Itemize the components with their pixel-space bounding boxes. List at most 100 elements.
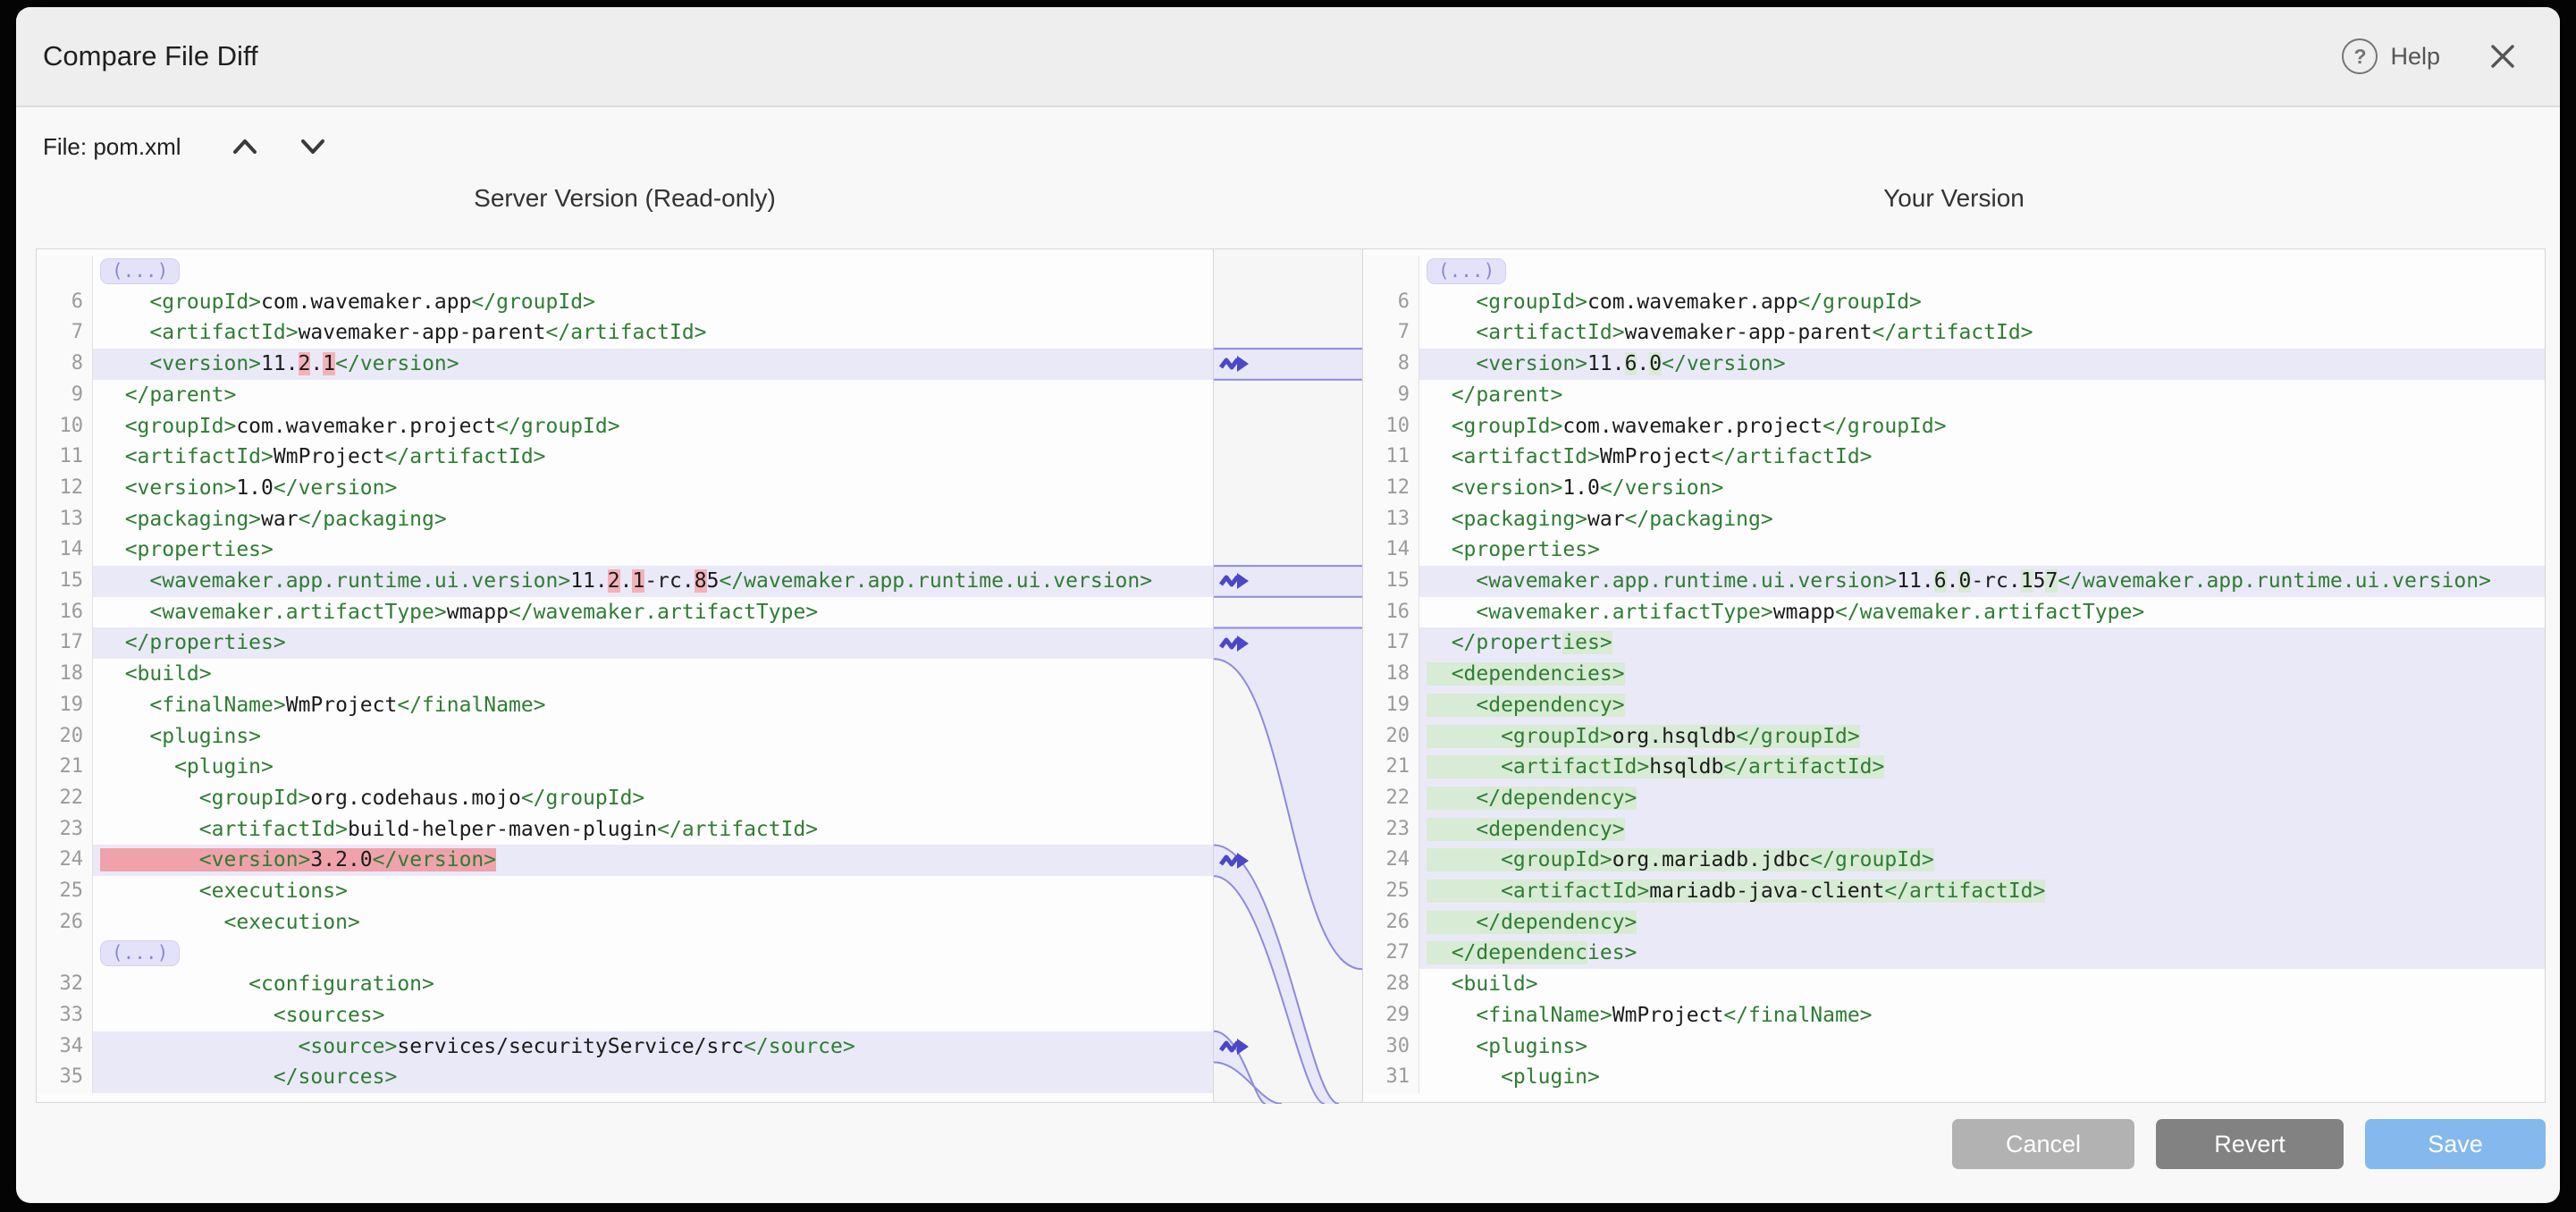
code-text: (...) xyxy=(1419,256,2545,287)
code-text: <properties> xyxy=(93,534,1213,566)
code-line: 14 <properties> xyxy=(37,534,1213,566)
line-number: 24 xyxy=(1363,845,1419,876)
line-number: 13 xyxy=(37,504,93,535)
line-number: 19 xyxy=(37,690,93,721)
line-number: 9 xyxy=(1363,380,1419,411)
cancel-button[interactable]: Cancel xyxy=(1952,1119,2134,1169)
code-text: </sources> xyxy=(93,1062,1213,1093)
line-number: 19 xyxy=(1363,690,1419,721)
change-marker-icon[interactable] xyxy=(1219,633,1250,654)
header-actions: ? Help xyxy=(2342,38,2521,74)
code-line: 22 <groupId>org.codehaus.mojo</groupId> xyxy=(37,783,1213,814)
code-text: <packaging>war</packaging> xyxy=(93,504,1213,535)
code-line: 34 <source>services/securityService/src<… xyxy=(37,1031,1213,1063)
line-number: 7 xyxy=(37,317,93,349)
line-number: 30 xyxy=(1363,1031,1419,1063)
connector-line-17 xyxy=(1214,628,1362,970)
close-button[interactable] xyxy=(2485,38,2521,74)
code-text: <wavemaker.app.runtime.ui.version>11.2.1… xyxy=(93,566,1213,597)
line-number: 12 xyxy=(37,473,93,504)
code-line: 10 <groupId>com.wavemaker.project</group… xyxy=(1363,411,2545,442)
code-text: <executions> xyxy=(93,876,1213,907)
code-line: 28 <build> xyxy=(1363,969,2545,1000)
chevron-down-icon xyxy=(299,136,326,157)
dialog-footer: Cancel Revert Save xyxy=(1952,1119,2546,1169)
code-line: 9 </parent> xyxy=(37,380,1213,411)
code-text: <plugin> xyxy=(1419,1062,2545,1093)
code-line: 31 <plugin> xyxy=(1363,1062,2545,1093)
prev-diff-button[interactable] xyxy=(230,133,260,160)
collapsed-region-pill[interactable]: (...) xyxy=(100,940,180,966)
code-line: 15 <wavemaker.app.runtime.ui.version>11.… xyxy=(37,566,1213,597)
help-icon: ? xyxy=(2342,38,2378,74)
code-line: 20 <plugins> xyxy=(37,721,1213,753)
code-text: </parent> xyxy=(93,380,1213,411)
close-icon xyxy=(2488,42,2517,71)
code-text: <groupId>com.wavemaker.app</groupId> xyxy=(93,287,1213,318)
code-text: <artifactId>wavemaker-app-parent</artifa… xyxy=(93,317,1213,349)
code-line: 6 <groupId>com.wavemaker.app</groupId> xyxy=(1363,287,2545,318)
line-number: 13 xyxy=(1363,504,1419,535)
code-line: 13 <packaging>war</packaging> xyxy=(37,504,1213,535)
code-text: </dependency> xyxy=(1419,783,2545,814)
code-line: 11 <artifactId>WmProject</artifactId> xyxy=(1363,442,2545,473)
file-label: File: pom.xml xyxy=(43,133,181,161)
line-number: 14 xyxy=(1363,534,1419,566)
code-text: <plugin> xyxy=(93,752,1213,783)
code-text: <version>1.0</version> xyxy=(1419,473,2545,504)
code-line: 12 <version>1.0</version> xyxy=(1363,473,2545,504)
code-text: <build> xyxy=(93,659,1213,690)
line-number: 12 xyxy=(1363,473,1419,504)
save-button[interactable]: Save xyxy=(2365,1119,2546,1169)
code-line: 26 <execution> xyxy=(37,907,1213,938)
diff-connectors xyxy=(1214,249,1362,1104)
code-line: 32 <configuration> xyxy=(37,969,1213,1000)
code-text: <sources> xyxy=(93,1000,1213,1031)
pane-titles: Server Version (Read-only) Your Version xyxy=(16,184,2560,229)
code-text: <groupId>org.mariadb.jdbc</groupId> xyxy=(1419,845,2545,876)
code-line: 26 </dependency> xyxy=(1363,907,2545,938)
line-number: 34 xyxy=(37,1031,93,1063)
change-marker-icon[interactable] xyxy=(1219,1036,1250,1057)
change-marker-icon[interactable] xyxy=(1219,353,1250,375)
help-button[interactable]: ? Help xyxy=(2342,38,2440,74)
change-marker-icon[interactable] xyxy=(1219,570,1250,592)
collapsed-region-row: (...) xyxy=(1363,256,2545,287)
line-number: 21 xyxy=(37,752,93,783)
diff-gutter xyxy=(1214,248,1362,1103)
chevron-up-icon xyxy=(232,136,258,157)
line-number: 18 xyxy=(1363,659,1419,690)
line-number xyxy=(37,256,93,287)
collapsed-region-pill[interactable]: (...) xyxy=(100,258,180,284)
code-text: <finalName>WmProject</finalName> xyxy=(1419,1000,2545,1031)
code-text: (...) xyxy=(93,938,1213,969)
code-line: 17 </properties> xyxy=(1363,627,2545,659)
code-line: 17 </properties> xyxy=(37,627,1213,659)
code-line: 18 <dependencies> xyxy=(1363,659,2545,690)
line-number: 23 xyxy=(37,814,93,846)
code-text: <version>1.0</version> xyxy=(93,473,1213,504)
code-line: 23 <artifactId>build-helper-maven-plugin… xyxy=(37,814,1213,846)
line-number: 15 xyxy=(1363,566,1419,597)
revert-button[interactable]: Revert xyxy=(2156,1119,2344,1169)
code-text: <dependency> xyxy=(1419,814,2545,846)
compare-file-diff-dialog: Compare File Diff ? Help File: pom.xml xyxy=(16,7,2560,1203)
line-number: 20 xyxy=(1363,721,1419,753)
next-diff-button[interactable] xyxy=(298,133,328,160)
change-marker-icon[interactable] xyxy=(1219,850,1250,871)
code-line: 27 </dependencies> xyxy=(1363,938,2545,969)
line-number: 23 xyxy=(1363,814,1419,846)
server-version-pane[interactable]: (...)6 <groupId>com.wavemaker.app</group… xyxy=(36,248,1214,1103)
code-text: </properties> xyxy=(93,627,1213,659)
code-text: <build> xyxy=(1419,969,2545,1000)
collapsed-region-row: (...) xyxy=(37,256,1213,287)
collapsed-region-pill[interactable]: (...) xyxy=(1427,258,1506,284)
line-number: 18 xyxy=(37,659,93,690)
line-number: 15 xyxy=(37,566,93,597)
line-number: 17 xyxy=(1363,627,1419,659)
code-text: <configuration> xyxy=(93,969,1213,1000)
code-text: <wavemaker.artifactType>wmapp</wavemaker… xyxy=(93,597,1213,628)
screen-background: Compare File Diff ? Help File: pom.xml xyxy=(0,0,2576,1212)
your-version-pane[interactable]: (...) 6 <groupId>com.wavemaker.app</group… xyxy=(1362,248,2546,1103)
code-text: <artifactId>wavemaker-app-parent</artifa… xyxy=(1419,317,2545,349)
